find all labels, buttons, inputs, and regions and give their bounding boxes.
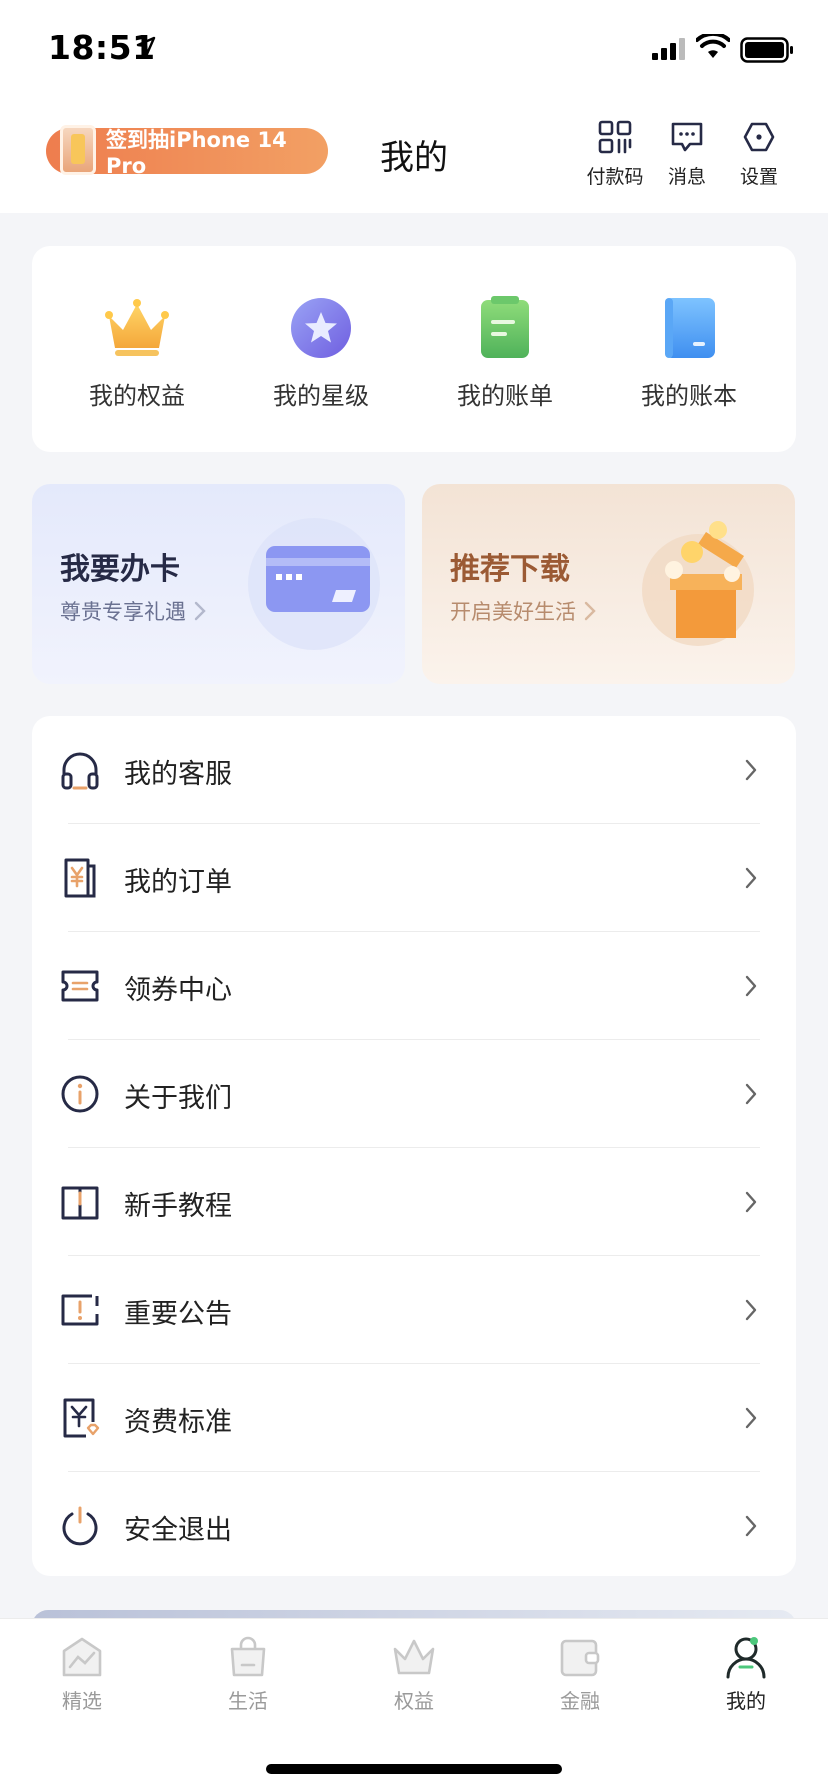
chevron-right-icon	[745, 1191, 757, 1213]
chevron-right-icon	[745, 759, 757, 781]
banner-title: 我要办卡	[60, 552, 180, 587]
menu-item-label: 关于我们	[124, 1083, 232, 1114]
quick-link-label: 我的账单	[457, 382, 553, 410]
crown-icon	[105, 299, 169, 356]
star-icon	[291, 298, 351, 358]
download-banner[interactable]: 推荐下载 开启美好生活	[422, 484, 795, 684]
ledger-icon	[665, 298, 715, 358]
battery-icon	[740, 37, 793, 63]
settings-button[interactable]: 设置	[724, 120, 794, 189]
menu-item-label: 重要公告	[124, 1299, 232, 1330]
menu-item-announcement[interactable]: 重要公告	[32, 1256, 796, 1364]
rights-crown-icon	[393, 1639, 435, 1675]
tab-mine[interactable]: 我的	[686, 1633, 806, 1714]
menu-item-coupon-center[interactable]: 领券中心	[32, 932, 796, 1040]
life-bag-icon	[230, 1636, 266, 1677]
tab-label: 精选	[62, 1689, 102, 1713]
featured-icon	[62, 1637, 102, 1677]
status-bar: 18:51	[0, 0, 828, 100]
profile-icon	[726, 1637, 766, 1679]
message-icon	[671, 122, 703, 152]
notice-icon	[61, 1294, 99, 1326]
menu-list: 我的客服 我的订单 领券中心 关于我们 新手教程 重要公告 资费标准 安全退出	[32, 716, 796, 1576]
cellular-signal-icon	[652, 38, 685, 60]
chevron-right-icon	[745, 1515, 757, 1537]
apply-card-banner[interactable]: 我要办卡 尊贵专享礼遇	[32, 484, 405, 684]
banner-subtitle: 开启美好生活	[450, 596, 596, 626]
wifi-icon	[696, 34, 730, 58]
settings-icon	[743, 122, 775, 152]
messages-label: 消息	[667, 166, 706, 188]
settings-label: 设置	[739, 166, 778, 188]
gift-box-icon	[642, 521, 754, 646]
qr-code-icon	[598, 120, 632, 154]
home-indicator	[266, 1764, 562, 1774]
chevron-right-icon	[745, 975, 757, 997]
checkin-promo-button[interactable]: 签到抽iPhone 14 Pro	[46, 125, 328, 178]
coupon-icon	[61, 970, 99, 1002]
headset-icon	[61, 752, 99, 790]
page-title: 我的	[380, 138, 448, 178]
order-icon	[64, 858, 96, 898]
tab-life[interactable]: 生活	[188, 1633, 308, 1714]
promo-label: 签到抽iPhone 14 Pro	[106, 128, 287, 178]
chevron-right-icon	[745, 1083, 757, 1105]
banner-subtitle: 尊贵专享礼遇	[60, 596, 206, 626]
book-icon	[61, 1186, 99, 1220]
chevron-right-icon	[745, 1299, 757, 1321]
quick-link-label: 我的权益	[89, 382, 185, 410]
menu-item-customer-service[interactable]: 我的客服	[32, 716, 796, 824]
tab-label: 金融	[560, 1689, 600, 1713]
location-arrow-icon	[136, 36, 156, 56]
quick-link-ledger[interactable]: 我的账本	[609, 294, 769, 411]
menu-item-label: 安全退出	[124, 1515, 232, 1546]
wallet-icon	[560, 1639, 600, 1677]
fee-icon	[63, 1398, 100, 1438]
menu-item-label: 资费标准	[124, 1407, 232, 1438]
header: 签到抽iPhone 14 Pro 我的 付款码 消息 设置	[0, 100, 828, 213]
chevron-right-icon	[194, 601, 206, 621]
credit-card-icon	[248, 518, 380, 650]
menu-item-logout[interactable]: 安全退出	[32, 1472, 796, 1580]
menu-item-orders[interactable]: 我的订单	[32, 824, 796, 932]
banner-title: 推荐下载	[450, 552, 570, 587]
tab-rights[interactable]: 权益	[354, 1633, 474, 1714]
menu-item-label: 我的订单	[124, 867, 232, 898]
tab-label: 我的	[726, 1689, 766, 1713]
menu-item-about-us[interactable]: 关于我们	[32, 1040, 796, 1148]
quick-links-card: 我的权益 我的星级 我的账单 我的账本	[32, 246, 796, 452]
pay-code-label: 付款码	[586, 166, 644, 188]
messages-button[interactable]: 消息	[652, 120, 722, 189]
menu-item-label: 我的客服	[124, 759, 232, 790]
tab-label: 生活	[228, 1689, 268, 1713]
quick-link-star-level[interactable]: 我的星级	[241, 294, 401, 411]
bill-icon	[481, 296, 529, 358]
power-icon	[62, 1506, 98, 1546]
info-icon	[61, 1075, 99, 1113]
quick-link-label: 我的账本	[641, 382, 737, 410]
menu-item-label: 新手教程	[124, 1191, 232, 1222]
menu-item-tutorial[interactable]: 新手教程	[32, 1148, 796, 1256]
chevron-right-icon	[584, 601, 596, 621]
tab-label: 权益	[394, 1689, 434, 1713]
tab-finance[interactable]: 金融	[520, 1633, 640, 1714]
chevron-right-icon	[745, 867, 757, 889]
quick-link-label: 我的星级	[273, 382, 369, 410]
tab-featured[interactable]: 精选	[22, 1633, 142, 1714]
menu-item-label: 领券中心	[124, 975, 232, 1006]
menu-item-fee-standard[interactable]: 资费标准	[32, 1364, 796, 1472]
iphone-promo-icon	[60, 125, 96, 175]
pay-code-button[interactable]: 付款码	[580, 120, 650, 189]
quick-link-rights[interactable]: 我的权益	[57, 294, 217, 411]
chevron-right-icon	[745, 1407, 757, 1429]
quick-link-bill[interactable]: 我的账单	[425, 294, 585, 411]
